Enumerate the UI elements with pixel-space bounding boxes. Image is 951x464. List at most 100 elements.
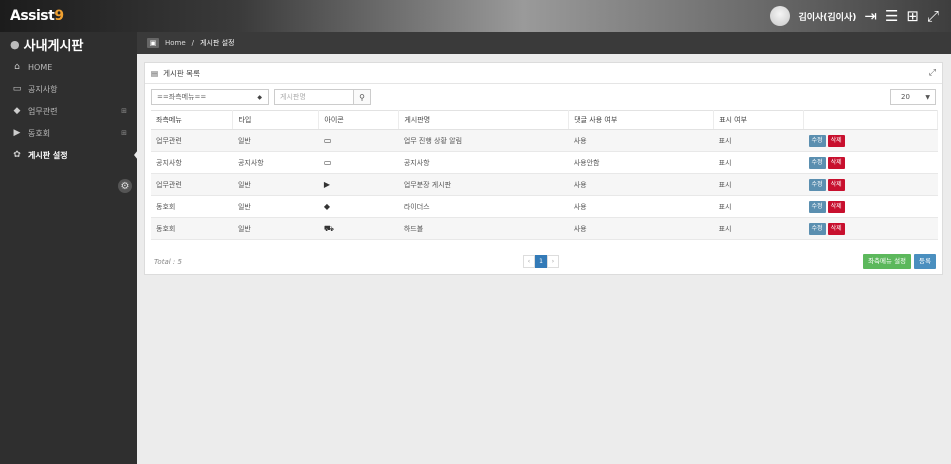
calendar-icon: ▭: [323, 136, 332, 145]
plus-icon[interactable]: ⊞: [121, 107, 127, 115]
expand-icon[interactable]: ⤢: [929, 68, 936, 78]
search-icon: ⚲: [359, 92, 365, 102]
app-logo[interactable]: Assist9: [10, 8, 64, 24]
tag-icon: ◆: [323, 202, 331, 211]
cell-display: 표시: [713, 129, 804, 152]
sidebar-toggle-icon[interactable]: ⚙: [118, 179, 132, 193]
column-header[interactable]: 게시판명: [398, 110, 570, 130]
top-bar: Assist9 김이사(김이사) ⇥ ☰ ⊞ ⤢: [0, 0, 951, 32]
cell-icon: ▶: [318, 173, 399, 196]
cell-icon: ◆: [318, 195, 399, 218]
breadcrumb: ▣ Home / 게시판 설정: [137, 32, 951, 54]
sidebar-item-label: 동호회: [28, 128, 51, 138]
table-row[interactable]: 동호회 일반 ⛟ 하드볼 사용 표시 수정 삭제: [151, 217, 938, 240]
cell-actions: 수정 삭제: [803, 173, 938, 196]
home-icon: ⌂: [14, 62, 20, 72]
pager-page-1[interactable]: 1: [535, 255, 547, 268]
cell-menu: 공지사항: [151, 151, 233, 174]
cell-name: 하드볼: [398, 217, 569, 240]
panel-header: ▤ 게시판 목록 ⤢: [145, 63, 942, 84]
column-header[interactable]: 좌측메뉴: [151, 110, 234, 130]
column-header[interactable]: 타입: [232, 110, 320, 130]
cell-comment: 사용: [568, 173, 714, 196]
delete-button[interactable]: 삭제: [827, 200, 845, 213]
cell-menu: 동호회: [151, 217, 233, 240]
cell-comment: 사용: [568, 217, 714, 240]
chevron-down-icon: ▼: [925, 93, 930, 101]
cell-name: 업무 진행 상황 알림: [398, 129, 569, 152]
search-button[interactable]: ⚲: [353, 89, 371, 105]
cell-icon: ▭: [318, 129, 399, 152]
edit-button[interactable]: 수정: [808, 222, 826, 235]
cell-display: 표시: [713, 217, 804, 240]
cell-name: 업무분장 게시판: [398, 173, 569, 196]
table-row[interactable]: 업무관련 일반 ▶ 업무분장 게시판 사용 표시 수정 삭제: [151, 173, 938, 196]
cell-name: 라이더스: [398, 195, 569, 218]
fullscreen-icon[interactable]: ⤢: [927, 8, 939, 24]
panel-title: 게시판 목록: [163, 68, 200, 78]
cell-actions: 수정 삭제: [803, 195, 938, 218]
delete-button[interactable]: 삭제: [827, 156, 845, 169]
sidebar-item-1[interactable]: ▭ 공지사항: [0, 78, 137, 100]
tag-icon: ◆: [13, 106, 21, 116]
edit-button[interactable]: 수정: [808, 156, 826, 169]
table-row[interactable]: 업무관련 일반 ▭ 업무 진행 상황 알림 사용 표시 수정 삭제: [151, 129, 938, 152]
sidebar-item-label: 공지사항: [28, 84, 58, 94]
left-menu-select[interactable]: ==좌측메뉴== ◆: [151, 89, 269, 105]
sidebar-item-label: 업무관련: [28, 106, 58, 116]
board-list-panel: ▤ 게시판 목록 ⤢ ==좌측메뉴== ◆ 게시판명 ⚲ 20 ▼ 좌측메뉴 타입…: [144, 62, 943, 275]
flag-icon: ▶: [323, 180, 331, 189]
menu-icon[interactable]: ☰: [885, 8, 898, 24]
sidebar-item-0[interactable]: ⌂ HOME: [0, 56, 137, 78]
panel-footer: Total : 5 ‹ 1 › 좌측메뉴 설정 등록: [145, 249, 942, 274]
pager-next[interactable]: ›: [547, 255, 559, 268]
cell-type: 일반: [232, 173, 319, 196]
cell-icon: ⛟: [318, 217, 399, 240]
edit-button[interactable]: 수정: [808, 178, 826, 191]
chat-icon: ●: [10, 37, 20, 51]
column-header[interactable]: 댓글 사용 여부: [568, 110, 715, 130]
pager-prev[interactable]: ‹: [523, 255, 535, 268]
sidebar-item-4[interactable]: ✿ 게시판 설정: [0, 144, 138, 166]
cell-display: 표시: [713, 173, 804, 196]
footer-buttons: 좌측메뉴 설정 등록: [863, 254, 936, 269]
cell-menu: 동호회: [151, 195, 233, 218]
logout-icon[interactable]: ⇥: [864, 8, 877, 24]
board-name-input[interactable]: 게시판명: [274, 89, 354, 105]
column-header[interactable]: [803, 110, 938, 130]
table-row[interactable]: 동호회 일반 ◆ 라이더스 사용 표시 수정 삭제: [151, 195, 938, 218]
cell-comment: 사용안함: [568, 151, 714, 174]
edit-button[interactable]: 수정: [808, 200, 826, 213]
column-header[interactable]: 표시 여부: [713, 110, 805, 130]
sidebar-item-label: HOME: [28, 62, 53, 72]
avatar[interactable]: [770, 6, 791, 26]
delete-button[interactable]: 삭제: [827, 178, 845, 191]
cell-type: 일반: [232, 217, 319, 240]
flag-icon: ▶: [13, 128, 21, 138]
breadcrumb-current: 게시판 설정: [200, 39, 235, 47]
breadcrumb-home[interactable]: Home: [165, 39, 186, 47]
desktop-icon[interactable]: ▣: [147, 38, 159, 48]
column-header[interactable]: 아이콘: [318, 110, 400, 130]
delete-button[interactable]: 삭제: [827, 222, 845, 235]
table-row[interactable]: 공지사항 공지사항 ▭ 공지사항 사용안함 표시 수정 삭제: [151, 151, 938, 174]
cell-actions: 수정 삭제: [803, 151, 938, 174]
user-name[interactable]: 김이사(김이사): [798, 10, 856, 23]
register-button[interactable]: 등록: [914, 254, 936, 269]
left-menu-settings-button[interactable]: 좌측메뉴 설정: [863, 254, 912, 269]
cell-type: 공지사항: [232, 151, 319, 174]
total-count: Total : 5: [154, 257, 182, 266]
cell-display: 표시: [713, 195, 804, 218]
sidebar-item-2[interactable]: ◆ 업무관련 ⊞: [0, 100, 137, 122]
page-size-select[interactable]: 20 ▼: [890, 89, 936, 105]
cell-actions: 수정 삭제: [803, 217, 938, 240]
plus-icon[interactable]: ⊞: [121, 129, 127, 137]
edit-button[interactable]: 수정: [808, 134, 826, 147]
grid-icon[interactable]: ⊞: [906, 8, 919, 24]
cell-menu: 업무관련: [151, 173, 233, 196]
sidebar-item-label: 게시판 설정: [28, 150, 68, 160]
cell-type: 일반: [232, 129, 319, 152]
filter-bar: ==좌측메뉴== ◆ 게시판명 ⚲ 20 ▼: [145, 84, 942, 110]
sidebar-item-3[interactable]: ▶ 동호회 ⊞: [0, 122, 137, 144]
delete-button[interactable]: 삭제: [827, 134, 845, 147]
